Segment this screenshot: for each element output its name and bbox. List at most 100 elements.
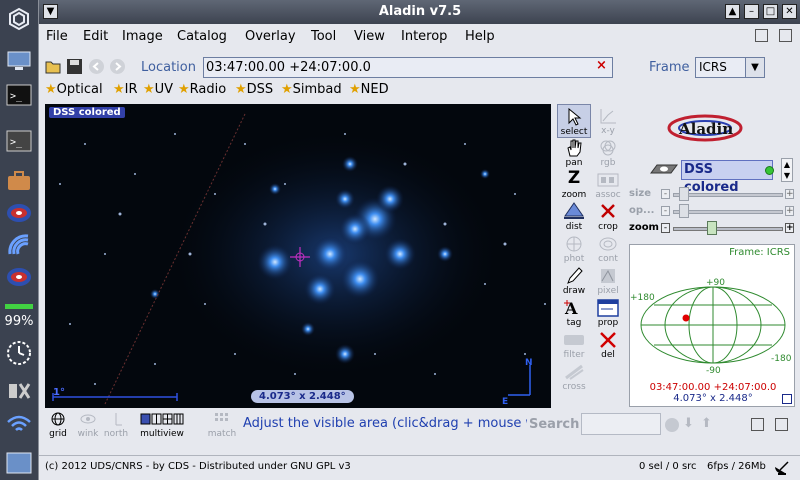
eye-icon — [80, 414, 96, 424]
tool-draw[interactable]: draw — [557, 264, 591, 298]
tool-select[interactable]: select — [557, 104, 591, 138]
survey-plane-icon — [650, 164, 678, 174]
forward-icon[interactable] — [109, 58, 126, 75]
save-icon[interactable] — [66, 58, 83, 75]
show-desktop-icon[interactable] — [3, 448, 35, 478]
tool-phot[interactable]: phot — [557, 232, 591, 266]
collapse-icon[interactable]: ▲ — [725, 4, 740, 19]
zoom-plus-button[interactable]: + — [785, 223, 794, 233]
locator-expand-icon[interactable] — [782, 394, 792, 404]
opacity-slider[interactable] — [673, 210, 783, 214]
aladin-icon[interactable] — [3, 262, 35, 292]
tool-assoc[interactable]: assoc — [591, 168, 625, 202]
zoom-slider[interactable] — [673, 227, 783, 231]
tool-xy[interactable]: x-y — [591, 104, 625, 138]
minimize-icon[interactable]: – — [744, 4, 759, 19]
search-input[interactable] — [581, 413, 661, 435]
north-button[interactable]: north — [103, 412, 129, 439]
location-input[interactable] — [203, 57, 613, 78]
zoom-slider-thumb[interactable] — [707, 221, 717, 235]
zoom-minus-button[interactable]: - — [661, 223, 670, 233]
wifi-icon[interactable] — [3, 410, 35, 440]
multiview-button[interactable]: multiview — [137, 412, 187, 439]
zoom-z-icon: Z — [567, 168, 581, 188]
match-button[interactable]: match — [205, 412, 239, 439]
arrow-up-icon[interactable]: ⬆ — [701, 416, 712, 431]
fullscreen-icon[interactable] — [779, 29, 792, 42]
sky-image-view[interactable]: N E DSS colored 1° 4.073° x 2.448° — [45, 104, 551, 408]
briefcase-icon[interactable] — [3, 166, 35, 196]
plane-name[interactable]: DSS colored — [681, 160, 773, 195]
plane-scroll-icon[interactable]: ▲ ▼ — [781, 158, 793, 182]
app-logo-icon[interactable] — [3, 4, 35, 34]
opacity-slider-thumb[interactable] — [679, 204, 689, 218]
survey-optical[interactable]: ★Optical — [45, 82, 103, 97]
plane-status-icon — [765, 166, 774, 175]
survey-ned[interactable]: ★NED — [349, 82, 389, 97]
survey-radio[interactable]: ★Radio — [178, 82, 226, 97]
title-bar[interactable]: ▼ Aladin v7.5 ▲ – □ ✕ — [39, 0, 800, 24]
survey-uv[interactable]: ★UV — [143, 82, 173, 97]
size-plus-button[interactable]: + — [785, 189, 794, 199]
clock-icon[interactable] — [3, 338, 35, 368]
tool-pan[interactable]: pan — [557, 136, 591, 170]
terminal-icon[interactable]: >_ — [3, 80, 35, 110]
grid-icon — [51, 412, 65, 426]
survey-dss[interactable]: ★DSS — [235, 82, 273, 97]
menu-edit[interactable]: Edit — [83, 29, 108, 44]
survey-simbad[interactable]: ★Simbad — [281, 82, 342, 97]
tool-del[interactable]: del — [591, 328, 625, 362]
tool-dist[interactable]: dist — [557, 200, 591, 234]
chevron-down-icon[interactable]: ▼ — [745, 57, 765, 78]
aladin-icon[interactable] — [3, 198, 35, 228]
opacity-minus-button[interactable]: - — [661, 206, 670, 216]
maximize-icon[interactable]: □ — [763, 4, 778, 19]
size-minus-button[interactable]: - — [661, 189, 670, 199]
survey-ir[interactable]: ★IR — [113, 82, 138, 97]
tool-prop[interactable]: prop — [591, 296, 625, 330]
detach-panel-icon[interactable] — [751, 418, 764, 431]
search-go-icon[interactable] — [665, 418, 679, 432]
tool-crop[interactable]: crop — [591, 200, 625, 234]
open-folder-icon[interactable] — [45, 58, 62, 75]
clear-location-icon[interactable]: × — [596, 58, 607, 73]
survey-bar: ★Optical ★IR ★UV ★Radio ★DSS ★Simbad ★NE… — [39, 80, 800, 100]
location-toolbar: Location × Frame ICRS ▼ — [39, 54, 800, 80]
locator-coordinate: 03:47:00.00 +24:07:00.0 — [649, 382, 777, 393]
close-icon[interactable]: ✕ — [782, 4, 797, 19]
satellite-dish-icon[interactable] — [773, 459, 791, 475]
menu-overlay[interactable]: Overlay — [245, 29, 296, 44]
menu-help[interactable]: Help — [465, 29, 495, 44]
menu-view[interactable]: View — [354, 29, 385, 44]
menu-image[interactable]: Image — [122, 29, 163, 44]
cross-icon — [565, 364, 584, 380]
tag-icon: A — [564, 299, 578, 318]
expand-panel-icon[interactable] — [775, 418, 788, 431]
size-slider-thumb[interactable] — [679, 187, 689, 201]
console-icon[interactable]: >_ — [3, 126, 35, 156]
tool-filter[interactable]: filter — [557, 328, 591, 362]
sky-locator[interactable]: Frame: ICRS +90 -90 +180 -180 03:47:00.0… — [629, 244, 795, 407]
arrow-down-icon[interactable]: ⬇ — [683, 416, 694, 431]
tool-zoom[interactable]: Z zoom — [557, 168, 591, 202]
settings-tools-icon[interactable] — [3, 376, 35, 406]
opacity-plus-button[interactable]: + — [785, 206, 794, 216]
detach-icon[interactable] — [755, 29, 768, 42]
desktop-icon[interactable] — [3, 46, 35, 76]
tool-cont[interactable]: cont — [591, 232, 625, 266]
wireless-icon[interactable] — [3, 230, 35, 260]
grid-button[interactable]: grid — [47, 412, 69, 439]
tool-tag[interactable]: A tag — [557, 296, 591, 330]
menu-file[interactable]: File — [46, 29, 68, 44]
tool-rgb[interactable]: rgb — [591, 136, 625, 170]
photometry-icon — [566, 236, 582, 252]
battery-bar — [5, 304, 33, 309]
tool-cross[interactable]: cross — [557, 360, 591, 394]
menu-tool[interactable]: Tool — [311, 29, 336, 44]
wink-button[interactable]: wink — [75, 412, 101, 439]
back-icon[interactable] — [88, 58, 105, 75]
menu-catalog[interactable]: Catalog — [177, 29, 227, 44]
size-slider[interactable] — [673, 193, 783, 197]
tool-pixel[interactable]: pixel — [591, 264, 625, 298]
menu-interop[interactable]: Interop — [401, 29, 447, 44]
